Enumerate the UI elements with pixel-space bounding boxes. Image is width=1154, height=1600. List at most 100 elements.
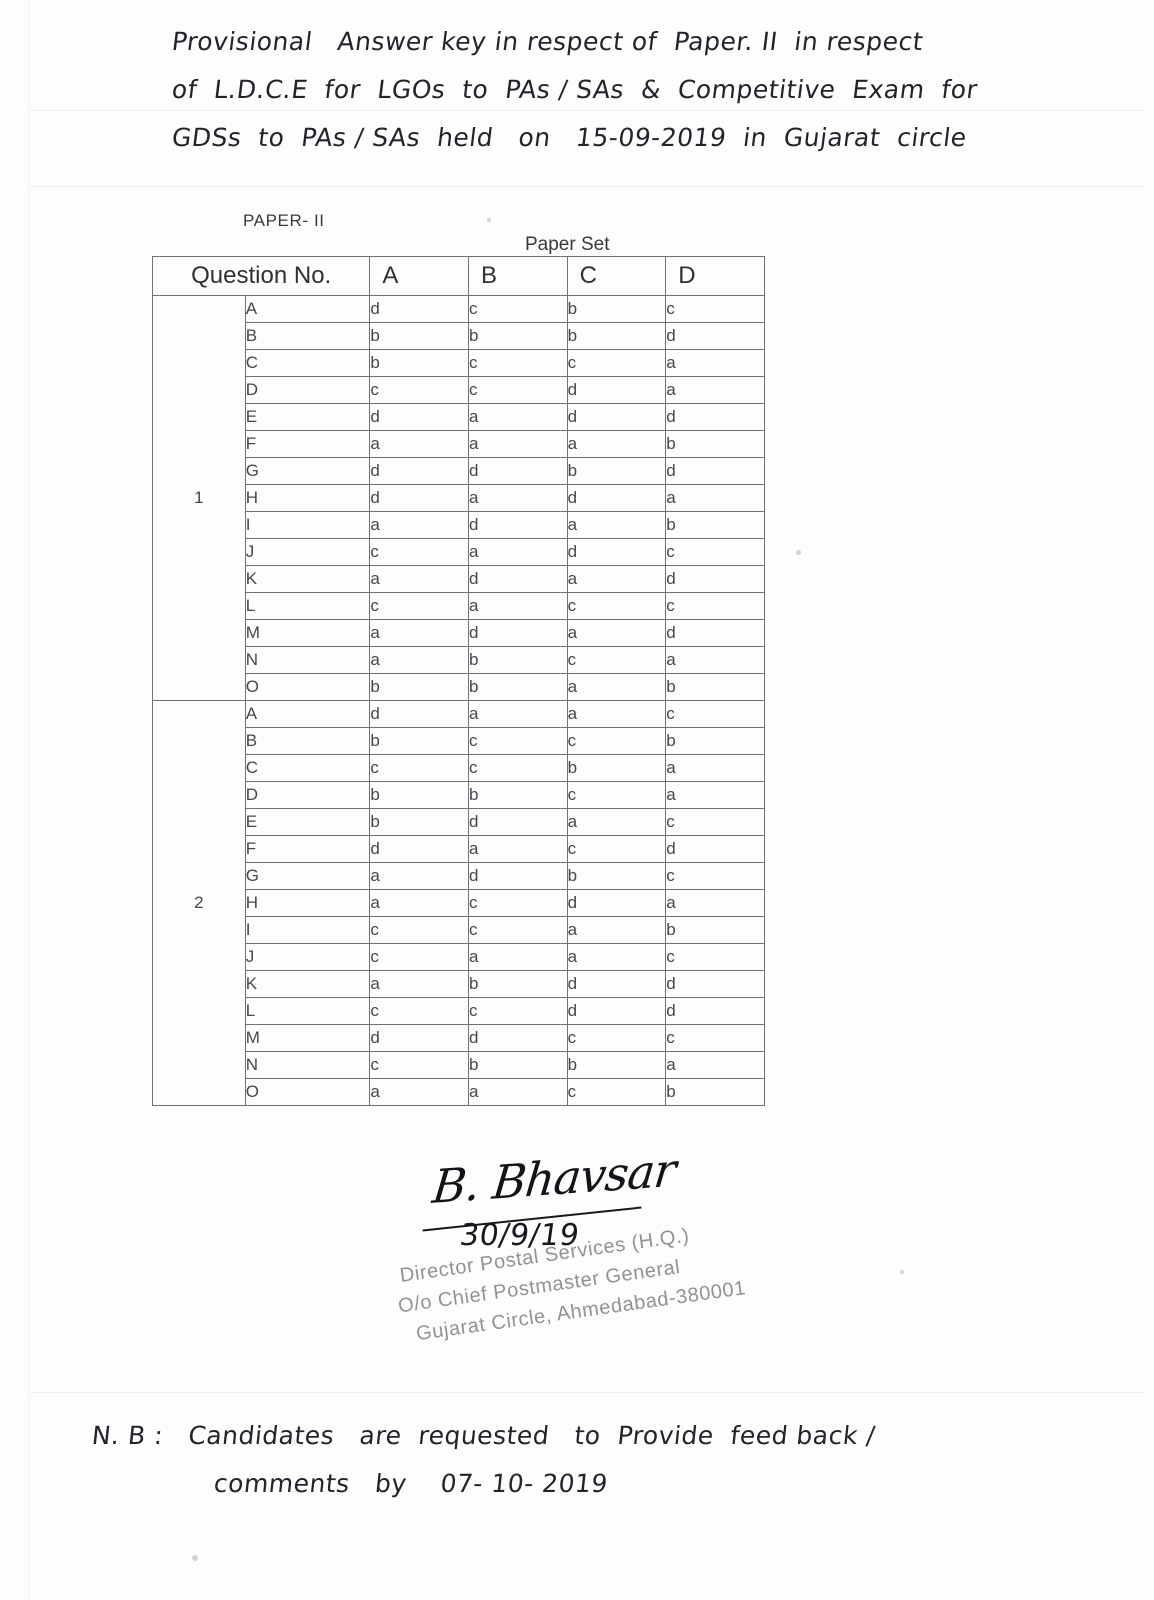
set-header-a: A xyxy=(369,256,470,296)
table-row: Bbbbd xyxy=(153,322,765,350)
table-row: 1Adcbc xyxy=(152,295,765,701)
set-header-c: C xyxy=(566,256,667,296)
answer-cell-set-c: b xyxy=(566,457,667,485)
table-row: Hacda xyxy=(153,889,765,917)
table-row: Hdada xyxy=(153,484,765,512)
answer-cell-set-a: c xyxy=(369,754,470,782)
table-row: Mddcc xyxy=(153,1024,765,1052)
answer-cell-set-c: d xyxy=(566,376,667,404)
answer-cell-set-c: c xyxy=(566,349,667,377)
answer-cell-set-b: c xyxy=(468,754,568,782)
sub-question-cell: L xyxy=(244,592,371,620)
answer-cell-set-b: b xyxy=(468,781,568,809)
table-header-row: Question No. A B C D xyxy=(151,256,765,296)
answer-cell-set-a: a xyxy=(369,889,470,917)
answer-cell-set-d: c xyxy=(665,808,765,836)
handwritten-note: N. B : Candidates are requested to Provi… xyxy=(90,1412,1072,1508)
answer-cell-set-b: a xyxy=(468,484,568,512)
answer-cell-set-b: c xyxy=(468,349,568,377)
table-row: Lccdd xyxy=(153,997,765,1025)
table-head: Question No. A B C D xyxy=(151,256,765,296)
answer-cell-set-c: a xyxy=(566,700,667,728)
answer-cell-set-d: c xyxy=(665,592,765,620)
answer-cell-set-c: a xyxy=(566,808,667,836)
answer-cell-set-c: d xyxy=(566,403,667,431)
answer-cell-set-a: b xyxy=(369,673,470,701)
answer-cell-set-c: a xyxy=(566,511,667,539)
answer-cell-set-d: c xyxy=(665,1024,765,1052)
sub-question-cell: B xyxy=(244,727,371,755)
table-row: Dccda xyxy=(153,376,765,404)
answer-cell-set-c: a xyxy=(566,916,667,944)
sub-question-cell: D xyxy=(244,376,371,404)
answer-cell-set-a: b xyxy=(369,322,470,350)
sub-question-cell: I xyxy=(244,511,371,539)
header-line-1: Provisional Answer key in respect of Pap… xyxy=(170,27,926,56)
answer-cell-set-a: d xyxy=(369,484,470,512)
answer-cell-set-b: d xyxy=(468,862,568,890)
answer-cell-set-d: b xyxy=(665,430,765,458)
sub-question-cell: F xyxy=(244,835,371,863)
answer-cell-set-d: b xyxy=(665,673,765,701)
answer-cell-set-a: a xyxy=(369,970,470,998)
sub-question-cell: C xyxy=(244,754,371,782)
answer-cell-set-a: a xyxy=(369,565,470,593)
answer-cell-set-b: b xyxy=(468,322,568,350)
answer-cell-set-a: d xyxy=(369,700,470,728)
table-row: Edadd xyxy=(153,403,765,431)
answer-cell-set-b: d xyxy=(468,1024,568,1052)
set-header-d: D xyxy=(665,256,765,296)
paper-label: PAPER- II xyxy=(243,211,325,230)
table-row: 2Adaac xyxy=(152,700,765,1106)
answer-cell-set-a: c xyxy=(369,943,470,971)
answer-cell-set-a: d xyxy=(369,835,470,863)
answer-cell-set-d: b xyxy=(665,727,765,755)
answer-cell-set-a: a xyxy=(369,430,470,458)
answer-cell-set-c: b xyxy=(566,754,667,782)
fold-line-bottom xyxy=(30,1392,1144,1393)
answer-cell-set-d: a xyxy=(665,484,765,512)
table-row: Cbcca xyxy=(153,349,765,377)
answer-cell-set-b: a xyxy=(468,538,568,566)
table-row: Iadab xyxy=(153,511,765,539)
answer-cell-set-d: b xyxy=(665,1078,765,1106)
answer-cell-set-b: a xyxy=(468,1078,568,1106)
header-line-2: of L.D.C.E for LGOs to PAs / SAs & Compe… xyxy=(170,75,980,104)
answer-cell-set-c: d xyxy=(566,538,667,566)
sub-question-cell: A xyxy=(244,295,371,323)
table-row: Kadad xyxy=(153,565,765,593)
answer-cell-set-d: c xyxy=(665,538,765,566)
answer-cell-set-b: d xyxy=(468,511,568,539)
answer-cell-set-d: d xyxy=(665,565,765,593)
table-body: 1AdcbcBbbbdCbccaDccdaEdaddFaaabGddbdHdad… xyxy=(152,295,765,1106)
answer-cell-set-a: a xyxy=(369,646,470,674)
note-line-2: comments by 07- 10- 2019 xyxy=(212,1469,610,1498)
sub-question-cell: H xyxy=(244,889,371,917)
answer-cell-set-b: b xyxy=(468,673,568,701)
answer-cell-set-d: a xyxy=(665,349,765,377)
sub-question-cell: J xyxy=(244,538,371,566)
sub-question-cell: B xyxy=(244,322,371,350)
answer-cell-set-a: d xyxy=(369,403,470,431)
answer-cell-set-a: a xyxy=(369,511,470,539)
answer-cell-set-a: b xyxy=(369,727,470,755)
answer-cell-set-c: d xyxy=(566,997,667,1025)
table-row: Madad xyxy=(153,619,765,647)
note-line-1: N. B : Candidates are requested to Provi… xyxy=(90,1421,877,1450)
answer-cell-set-d: d xyxy=(665,835,765,863)
answer-cell-set-c: a xyxy=(566,673,667,701)
answer-cell-set-b: c xyxy=(468,727,568,755)
question-number-cell: 2 xyxy=(152,700,246,1106)
answer-cell-set-d: d xyxy=(665,403,765,431)
sub-question-cell: H xyxy=(244,484,371,512)
sub-question-cell: O xyxy=(244,673,371,701)
table-row: Ncbba xyxy=(153,1051,765,1079)
answer-cell-set-a: a xyxy=(369,1078,470,1106)
paper-set-caption: Paper Set xyxy=(525,234,610,255)
answer-cell-set-b: b xyxy=(468,1051,568,1079)
sub-question-cell: D xyxy=(244,781,371,809)
answer-cell-set-a: c xyxy=(369,916,470,944)
answer-cell-set-c: d xyxy=(566,484,667,512)
answer-cell-set-d: a xyxy=(665,754,765,782)
answer-cell-set-c: c xyxy=(566,835,667,863)
